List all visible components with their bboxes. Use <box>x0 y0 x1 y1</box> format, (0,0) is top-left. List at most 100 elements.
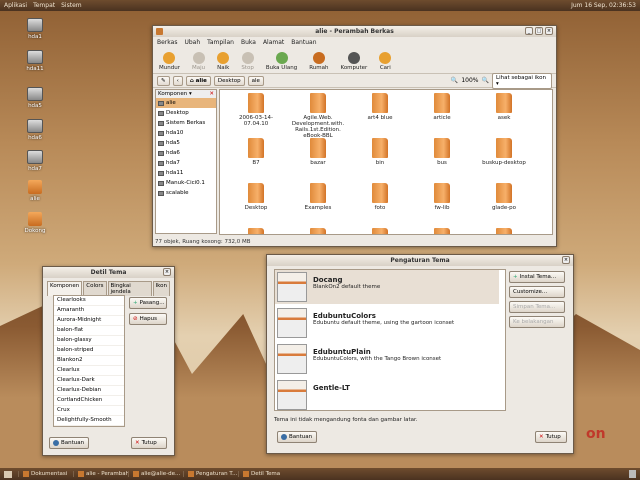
side-pane-select[interactable]: Komponen ▾ <box>158 91 192 97</box>
desktop-drive-hda5[interactable]: hda5 <box>15 87 55 109</box>
file-item[interactable]: Examples <box>290 183 346 211</box>
toolbar-button-buka-ulang[interactable]: Buka Ulang <box>266 52 297 71</box>
theme-detail-titlebar[interactable]: Detil Tema × <box>43 267 174 278</box>
desktop-drive-hda7[interactable]: hda7 <box>15 150 55 172</box>
toolbar-button-maju[interactable]: Maju <box>192 52 205 71</box>
desktop-drive-hda11[interactable]: hda11 <box>15 50 55 72</box>
place-item[interactable]: hda5 <box>156 138 216 148</box>
desktop-folder-dokong[interactable]: Dokong <box>15 212 55 234</box>
place-item[interactable]: hda11 <box>156 168 216 178</box>
menu-system[interactable]: Sistem <box>61 2 82 9</box>
menu-view[interactable]: Tampilan <box>207 39 234 46</box>
clock[interactable]: Jum 16 Sep, 02:36:53 <box>571 2 636 9</box>
menu-go[interactable]: Buka <box>241 39 256 46</box>
theme-list-item[interactable]: Aurora-Midnight <box>54 316 124 326</box>
zoom-out-icon[interactable]: 🔍 <box>451 77 458 84</box>
file-item[interactable]: 2006-03-14- 07.04.10 <box>228 93 284 127</box>
theme-list-item[interactable]: balon-glassy <box>54 336 124 346</box>
menu-file[interactable]: Berkas <box>157 39 177 46</box>
place-item[interactable]: Manuk-Cici0.1 <box>156 178 216 188</box>
file-item[interactable]: fw-lib <box>414 183 470 211</box>
place-item[interactable]: hda7 <box>156 158 216 168</box>
theme-option[interactable]: EdubuntuPlain EdubuntuColors, with the Ta… <box>275 342 499 376</box>
theme-list-item[interactable]: CortlandChicken <box>54 396 124 406</box>
file-item[interactable]: bazar <box>290 138 346 166</box>
menu-applications[interactable]: Aplikasi <box>4 2 27 9</box>
toolbar-button-rumah[interactable]: Rumah <box>309 52 328 71</box>
theme-list-item[interactable]: Blankon2 <box>54 356 124 366</box>
menu-places[interactable]: Tempat <box>33 2 55 9</box>
file-item[interactable]: manuk <box>476 228 532 234</box>
close-dialog-button[interactable]: ✕ Tutup <box>535 431 567 443</box>
close-dialog-button[interactable]: ✕ Tutup <box>131 437 167 449</box>
close-icon[interactable]: ✕ <box>209 91 214 97</box>
path-button-alie[interactable]: ⌂ alie <box>185 75 211 86</box>
minimize-button[interactable]: _ <box>525 27 533 35</box>
close-button[interactable]: × <box>545 27 553 35</box>
toggle-path-button[interactable]: ✎ <box>157 75 170 86</box>
taskbar-item[interactable]: Dokumentasi <box>18 471 73 477</box>
file-item[interactable]: dll.ut.os <box>290 228 346 234</box>
theme-list-item[interactable]: Crux <box>54 406 124 416</box>
desktop-folder-alie[interactable]: alie <box>15 180 55 202</box>
theme-option[interactable]: Gentle-LT <box>275 378 499 410</box>
theme-component-list[interactable]: Clearlooks Amaranth Aurora-Midnight balon-f… <box>53 295 125 427</box>
desktop-drive-hda1[interactable]: hda1 <box>15 18 55 40</box>
place-item[interactable]: Desktop <box>156 108 216 118</box>
menu-help[interactable]: Bantuan <box>291 39 316 46</box>
path-button-ale[interactable]: ale <box>247 75 264 86</box>
maximize-button[interactable]: □ <box>535 27 543 35</box>
file-item[interactable]: Gmail - TQuestion <box>228 228 284 234</box>
menu-edit[interactable]: Ubah <box>184 39 200 46</box>
zoom-in-icon[interactable]: 🔍 <box>482 77 489 84</box>
desktop-drive-hda6[interactable]: hda6 <box>15 119 55 141</box>
file-browser-titlebar[interactable]: alie - Perambah Berkas _ □ × <box>153 26 556 37</box>
toolbar-button-mundur[interactable]: Mundur <box>159 52 180 71</box>
toolbar-button-komputer[interactable]: Komputer <box>340 52 367 71</box>
tab-icons[interactable]: Ikon <box>152 281 170 296</box>
place-item[interactable]: alie <box>156 98 216 108</box>
place-item[interactable]: hda6 <box>156 148 216 158</box>
place-item[interactable]: hda10 <box>156 128 216 138</box>
taskbar-item[interactable]: alie@alie-de... <box>128 471 183 477</box>
file-item[interactable]: iamwah <box>352 228 408 234</box>
taskbar-item[interactable]: alie - Perambah <box>73 471 128 477</box>
background-button[interactable]: Ke belakangan <box>509 316 565 328</box>
file-item[interactable]: Mail <box>414 228 470 234</box>
file-item[interactable]: B7 <box>228 138 284 166</box>
help-button[interactable]: Bantuan <box>277 431 317 443</box>
save-theme-button[interactable]: Simpan Tema... <box>509 301 565 313</box>
tab-components[interactable]: Komponen <box>47 281 83 296</box>
close-button[interactable]: × <box>562 256 570 264</box>
theme-preferences-titlebar[interactable]: Pengaturan Tema × <box>267 255 573 266</box>
file-item[interactable]: bin <box>352 138 408 166</box>
theme-list-item[interactable]: Clearlux <box>54 366 124 376</box>
theme-option[interactable]: EdubuntuColors Edubuntu default theme, us… <box>275 306 499 340</box>
view-as-select[interactable]: Lihat sebagai ikon ▾ <box>492 72 552 89</box>
customize-button[interactable]: Customize... <box>509 286 565 298</box>
place-item[interactable]: Sistem Berkas <box>156 118 216 128</box>
theme-option[interactable]: Docang BlankOn2 default theme <box>275 270 499 304</box>
theme-list-item[interactable]: Amaranth <box>54 306 124 316</box>
theme-list[interactable]: Docang BlankOn2 default theme EdubuntuColo… <box>274 269 506 411</box>
tab-window-border[interactable]: Bingkai jendela <box>107 281 152 296</box>
trash-icon[interactable] <box>629 470 636 478</box>
theme-list-item[interactable]: Clearlux-Dark <box>54 376 124 386</box>
file-item[interactable]: asek <box>476 93 532 121</box>
toolbar-button-cari[interactable]: Cari <box>379 52 392 71</box>
zoom-level[interactable]: 100% <box>461 77 478 84</box>
toolbar-button-stop[interactable]: Stop <box>241 52 254 71</box>
taskbar-item[interactable]: Detil Tema <box>238 471 293 477</box>
close-button[interactable]: × <box>163 268 171 276</box>
path-back-button[interactable]: ‹ <box>172 75 183 86</box>
theme-list-item[interactable]: balon-flat <box>54 326 124 336</box>
file-item[interactable]: buskup-desktop <box>476 138 532 166</box>
theme-list-item[interactable]: balon-striped <box>54 346 124 356</box>
file-item[interactable]: Agile.Web. Development.with. Rails.1st.E… <box>290 93 346 139</box>
file-item[interactable]: Desktop <box>228 183 284 211</box>
help-button[interactable]: Bantuan <box>49 437 89 449</box>
window-menu-icon[interactable] <box>156 28 163 35</box>
theme-list-item[interactable]: Delightfully-Smooth <box>54 416 124 426</box>
file-item[interactable]: glade-po <box>476 183 532 211</box>
tab-colors[interactable]: Colors <box>83 281 107 296</box>
